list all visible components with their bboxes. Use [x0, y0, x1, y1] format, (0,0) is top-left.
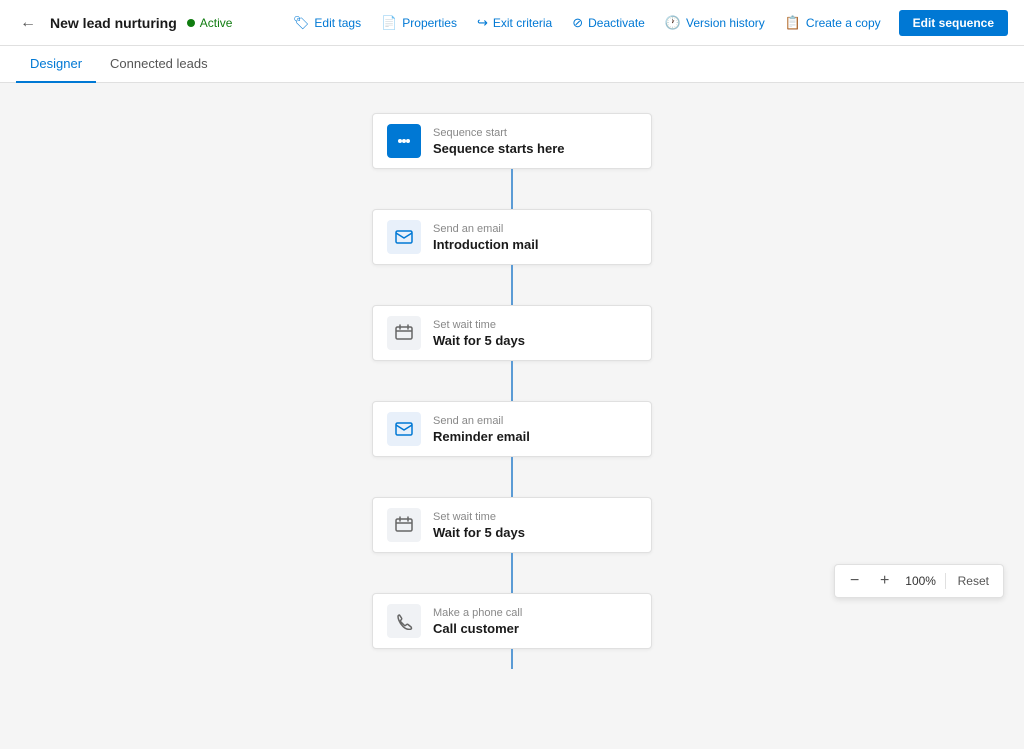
connector-3 [511, 361, 513, 401]
create-copy-label: Create a copy [806, 16, 881, 30]
wait-2-icon [387, 508, 421, 542]
sequence-canvas: Sequence start Sequence starts here Send… [0, 83, 1024, 749]
node-start-text: Sequence start Sequence starts here [433, 127, 637, 156]
zoom-reset-button[interactable]: Reset [952, 572, 995, 590]
connector-4 [511, 457, 513, 497]
status-dot [187, 19, 195, 27]
node-intro-email[interactable]: Send an email Introduction mail [372, 209, 652, 265]
node-wait-1[interactable]: Set wait time Wait for 5 days [372, 305, 652, 361]
node-start-label: Sequence start [433, 127, 637, 139]
zoom-divider [945, 573, 946, 589]
node-intro-email-label: Send an email [433, 223, 637, 235]
exit-criteria-icon: ↪ [477, 15, 488, 31]
node-phone-call-label: Make a phone call [433, 607, 637, 619]
node-intro-email-title: Introduction mail [433, 237, 637, 252]
zoom-in-button[interactable]: + [873, 569, 897, 593]
node-wait-2-label: Set wait time [433, 511, 637, 523]
back-button[interactable]: ← [16, 10, 40, 36]
node-reminder-email-title: Reminder email [433, 429, 637, 444]
node-phone-call-title: Call customer [433, 621, 637, 636]
status-text: Active [200, 16, 233, 30]
sequence-start-icon [387, 124, 421, 158]
node-reminder-email-text: Send an email Reminder email [433, 415, 637, 444]
node-phone-call-text: Make a phone call Call customer [433, 607, 637, 636]
version-history-icon: 🕐 [665, 15, 681, 31]
deactivate-button[interactable]: ⊘ Deactivate [564, 10, 653, 36]
version-history-button[interactable]: 🕐 Version history [657, 10, 773, 36]
edit-tags-button[interactable]: 🏷 Edit tags [285, 10, 369, 36]
deactivate-icon: ⊘ [572, 15, 583, 31]
version-history-label: Version history [686, 16, 765, 30]
email-intro-icon [387, 220, 421, 254]
connector-6 [511, 649, 513, 669]
tab-designer[interactable]: Designer [16, 46, 96, 83]
page-title: New lead nurturing [50, 15, 177, 31]
node-phone-call[interactable]: Make a phone call Call customer [372, 593, 652, 649]
edit-tags-label: Edit tags [314, 16, 361, 30]
node-wait-2-title: Wait for 5 days [433, 525, 637, 540]
node-start-title: Sequence starts here [433, 141, 637, 156]
exit-criteria-label: Exit criteria [493, 16, 552, 30]
node-reminder-email[interactable]: Send an email Reminder email [372, 401, 652, 457]
tabs-bar: Designer Connected leads [0, 46, 1024, 83]
properties-label: Properties [402, 16, 457, 30]
properties-button[interactable]: 📄 Properties [373, 10, 465, 36]
deactivate-label: Deactivate [588, 16, 645, 30]
node-intro-email-text: Send an email Introduction mail [433, 223, 637, 252]
zoom-value: 100% [903, 574, 939, 588]
create-copy-button[interactable]: 📋 Create a copy [777, 10, 889, 36]
connector-5 [511, 553, 513, 593]
node-reminder-email-label: Send an email [433, 415, 637, 427]
node-wait-2-text: Set wait time Wait for 5 days [433, 511, 637, 540]
exit-criteria-button[interactable]: ↪ Exit criteria [469, 10, 560, 36]
app-header: ← New lead nurturing Active 🏷 Edit tags … [0, 0, 1024, 46]
phone-call-icon [387, 604, 421, 638]
tab-connected-leads[interactable]: Connected leads [96, 46, 222, 83]
properties-icon: 📄 [381, 15, 397, 31]
connector-1 [511, 169, 513, 209]
create-copy-icon: 📋 [785, 15, 801, 31]
zoom-out-button[interactable]: − [843, 569, 867, 593]
edit-sequence-button[interactable]: Edit sequence [899, 10, 1008, 36]
status-badge: Active [187, 16, 233, 30]
node-sequence-start[interactable]: Sequence start Sequence starts here [372, 113, 652, 169]
wait-1-icon [387, 316, 421, 350]
node-wait-1-label: Set wait time [433, 319, 637, 331]
header-actions: 🏷 Edit tags 📄 Properties ↪ Exit criteria… [285, 10, 1008, 36]
email-reminder-icon [387, 412, 421, 446]
connector-2 [511, 265, 513, 305]
node-wait-1-text: Set wait time Wait for 5 days [433, 319, 637, 348]
tag-icon: 🏷 [293, 15, 310, 31]
node-wait-1-title: Wait for 5 days [433, 333, 637, 348]
zoom-controls: − + 100% Reset [834, 564, 1004, 598]
node-wait-2[interactable]: Set wait time Wait for 5 days [372, 497, 652, 553]
